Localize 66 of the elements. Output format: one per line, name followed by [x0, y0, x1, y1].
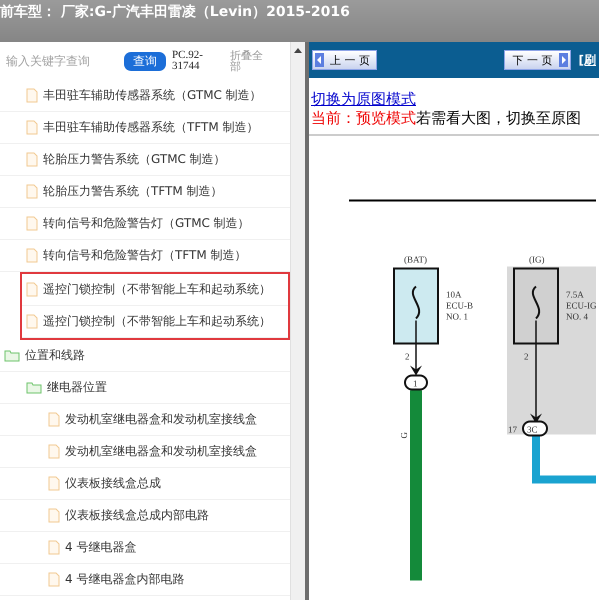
left-arrow-icon [315, 53, 324, 67]
document-icon [26, 88, 38, 103]
part-code: PC.92-31744 [172, 50, 204, 72]
scroll-up-icon[interactable] [294, 48, 302, 53]
refresh-link[interactable]: [刷 [578, 52, 596, 68]
fuse-rating: 7.5A [566, 290, 584, 300]
tree-item[interactable]: 发动机室继电器盒和发动机室接线盒 [0, 404, 290, 436]
connector-label: 3C [527, 424, 538, 434]
folder-icon [4, 349, 20, 362]
document-icon [48, 476, 60, 491]
connector-label: 1 [413, 378, 418, 388]
source-label: (IG) [529, 254, 544, 264]
wire-arrow [410, 320, 422, 376]
document-icon [48, 540, 60, 555]
tree-item[interactable]: 仪表板接线盒总成 [0, 468, 290, 500]
tree-item[interactable]: 丰田驻车辅助传感器系统（TFTM 制造） [0, 112, 290, 144]
tree-item[interactable]: 发动机室继电器盒和发动机室接线盒 [0, 436, 290, 468]
document-icon [26, 216, 38, 231]
previous-page-button[interactable]: 上 一 页 [312, 50, 377, 70]
tree-item[interactable]: 轮胎压力警告系统（GTMC 制造） [0, 144, 290, 176]
fuse-icon [532, 286, 540, 320]
mode-status: 当前：预览模式 [311, 109, 416, 127]
fuse-rating: 10A [446, 290, 462, 300]
pin-label: 17 [508, 424, 517, 434]
connector [522, 420, 548, 436]
wire-color-label: G [399, 432, 409, 438]
connector [404, 374, 428, 390]
document-icon [26, 152, 38, 167]
pin-label: 2 [405, 352, 410, 362]
fuse-number: NO. 1 [446, 312, 468, 322]
tree-item[interactable]: 丰田驻车辅助传感器系统（GTMC 制造） [0, 80, 290, 112]
fuse-name: ECU-B [446, 300, 473, 310]
tree-item[interactable]: 仪表板接线盒总成内部电路 [0, 500, 290, 532]
source-label: (BAT) [404, 254, 427, 264]
document-icon [26, 120, 38, 135]
folder-icon [26, 381, 42, 394]
document-icon [26, 314, 38, 329]
tree-item[interactable]: 4 号继电器盒内部电路 [0, 564, 290, 596]
original-mode-link[interactable]: 切换为原图模式 [311, 90, 599, 109]
fuse-icon [412, 286, 420, 320]
document-icon [48, 508, 60, 523]
wire [532, 436, 596, 484]
mode-hint: 若需看大图，切换至原图 [416, 109, 581, 127]
search-button[interactable]: 查询 [124, 52, 166, 70]
document-icon [26, 282, 38, 297]
tree-item[interactable]: 遥控门锁控制（不带智能上车和起动系统） [22, 306, 288, 338]
tree-item[interactable]: 转向信号和危险警告灯（TFTM 制造） [0, 240, 290, 272]
tree-item[interactable]: 位置和线路 [0, 340, 290, 372]
fuse-number: NO. 4 [566, 312, 588, 322]
tree-item[interactable]: 继电器位置 [0, 372, 290, 404]
tree-item[interactable]: 轮胎压力警告系统（TFTM 制造） [0, 176, 290, 208]
window-title: 前车型： 厂家:G-广汽丰田雷凌（Levin）2015-2016 [0, 2, 350, 21]
search-field[interactable]: 输入关键字查询 [4, 53, 118, 69]
next-page-button[interactable]: 下 一 页 [504, 50, 571, 70]
tree-item[interactable]: 转向信号和危险警告灯（GTMC 制造） [0, 208, 290, 240]
tree-item[interactable]: 4 号继电器盒 [0, 532, 290, 564]
tree-item[interactable]: 遥控门锁控制（不带智能上车和起动系统） [22, 274, 288, 306]
pin-label: 2 [524, 352, 528, 362]
scrollbar[interactable] [290, 42, 305, 600]
document-icon [48, 412, 60, 427]
document-icon [26, 248, 38, 263]
document-icon [26, 184, 38, 199]
fuse-name: ECU-IG [566, 300, 596, 310]
right-arrow-icon [558, 53, 568, 67]
document-icon [48, 444, 60, 459]
document-icon [48, 572, 60, 587]
